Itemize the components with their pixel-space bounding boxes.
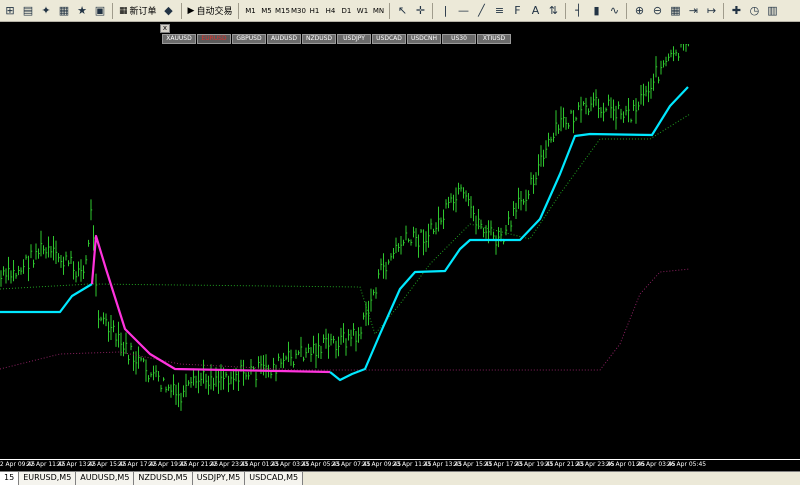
symbol-tab-usdcad[interactable]: USDCAD: [372, 34, 406, 44]
channel-icon[interactable]: ≡: [491, 3, 507, 19]
chart-shift-icon[interactable]: ⇥: [685, 3, 701, 19]
timeframe-m1-button[interactable]: M1: [243, 3, 257, 19]
new-chart-icon[interactable]: ⊞: [2, 3, 18, 19]
timeframe-mn-button[interactable]: MN: [371, 3, 385, 19]
chart-tab-usdjpy[interactable]: USDJPY,M5: [192, 472, 246, 485]
symbol-bar: x XAUUSD EURUSD GBPUSD AUDUSD NZDUSD USD…: [0, 22, 800, 44]
autotrade-label: 自动交易: [196, 7, 233, 17]
autotrade-button[interactable]: ▶ 自动交易: [186, 2, 235, 20]
fibonacci-icon[interactable]: F: [509, 3, 525, 19]
timeframe-m15-button[interactable]: M15: [275, 3, 290, 19]
symbol-tab-audusd[interactable]: AUDUSD: [267, 34, 301, 44]
chart-tab-audusd[interactable]: AUDUSD,M5: [76, 472, 135, 485]
crosshair-icon[interactable]: ✛: [412, 3, 428, 19]
navigator-icon[interactable]: ★: [74, 3, 90, 19]
symbol-tab-us30[interactable]: US30: [442, 34, 476, 44]
zoom-in-icon[interactable]: ⊕: [631, 3, 647, 19]
trend-line-segment: [0, 283, 93, 314]
separator: [723, 2, 725, 19]
trend-line-segment: [90, 234, 331, 374]
line-chart-icon[interactable]: ∿: [606, 3, 622, 19]
chart-tabs: 15 EURUSD,M5 AUDUSD,M5 NZDUSD,M5 USDJPY,…: [0, 471, 800, 485]
separator: [180, 2, 182, 19]
data-window-icon[interactable]: ▦: [56, 3, 72, 19]
new-order-button[interactable]: ▦ 新订单: [117, 2, 159, 20]
chart-tab-nzdusd[interactable]: NZDUSD,M5: [134, 472, 193, 485]
symbol-tab-usdcnh[interactable]: USDCNH: [407, 34, 441, 44]
main-toolbar: ⊞ ▤ ✦ ▦ ★ ▣ ▦ 新订单 ◆ ▶ 自动交易 M1 M5 M15 M30 H…: [0, 0, 800, 22]
tile-windows-icon[interactable]: ▦: [667, 3, 683, 19]
text-icon[interactable]: A: [527, 3, 543, 19]
symbol-tab-eurusd[interactable]: EURUSD: [197, 34, 231, 44]
candlestick-icon[interactable]: ▮: [588, 3, 604, 19]
horizontal-line-icon[interactable]: —: [455, 3, 471, 19]
period-clock-icon[interactable]: ◷: [746, 3, 762, 19]
separator: [238, 2, 240, 19]
price-chart[interactable]: [0, 44, 800, 459]
templates-icon[interactable]: ▥: [764, 3, 780, 19]
time-axis-label: 26 Apr 05:45: [667, 461, 707, 468]
timeframe-w1-button[interactable]: W1: [355, 3, 369, 19]
symbol-tabs: XAUUSD EURUSD GBPUSD AUDUSD NZDUSD USDJP…: [162, 34, 511, 44]
trend-line-segment: [329, 86, 689, 382]
profiles-icon[interactable]: ▤: [20, 3, 36, 19]
terminal-icon[interactable]: ▣: [92, 3, 108, 19]
timeframe-h1-button[interactable]: H1: [307, 3, 321, 19]
symbol-tab-usdjpy[interactable]: USDJPY: [337, 34, 371, 44]
separator: [112, 2, 113, 19]
vertical-line-icon[interactable]: |: [437, 3, 453, 19]
timeframe-m5-button[interactable]: M5: [259, 3, 273, 19]
time-axis: 22 Apr 09:4522 Apr 11:4522 Apr 13:4522 A…: [0, 459, 800, 471]
chart-tab-active[interactable]: 15: [0, 472, 20, 485]
separator: [389, 2, 391, 19]
cursor-icon[interactable]: ↖: [394, 3, 410, 19]
zoom-out-icon[interactable]: ⊖: [649, 3, 665, 19]
separator: [626, 2, 628, 19]
chart-canvas: [0, 44, 691, 411]
symbol-tab-xtiusd[interactable]: XTIUSD: [477, 34, 511, 44]
new-order-icon: ▦: [119, 5, 128, 16]
dotted-upper-line: [0, 113, 691, 336]
symbol-tab-xauusd[interactable]: XAUUSD: [162, 34, 196, 44]
chart-tab-eurusd[interactable]: EURUSD,M5: [19, 472, 77, 485]
arrow-shapes-icon[interactable]: ⇅: [545, 3, 561, 19]
chart-tab-usdcad[interactable]: USDCAD,M5: [245, 472, 304, 485]
market-watch-icon[interactable]: ✦: [38, 3, 54, 19]
trendline-icon[interactable]: ╱: [473, 3, 489, 19]
timeframe-d1-button[interactable]: D1: [339, 3, 353, 19]
autotrade-icon: ▶: [187, 5, 195, 16]
timeframe-m30-button[interactable]: M30: [291, 3, 306, 19]
indicators-icon[interactable]: ✚: [728, 3, 744, 19]
new-order-label: 新订单: [129, 7, 157, 17]
symbol-tab-gbpusd[interactable]: GBPUSD: [232, 34, 266, 44]
price-bars: [0, 44, 689, 411]
close-icon[interactable]: x: [160, 24, 170, 33]
timeframe-h4-button[interactable]: H4: [323, 3, 337, 19]
autoscroll-icon[interactable]: ↦: [703, 3, 719, 19]
separator: [432, 2, 434, 19]
bar-chart-icon[interactable]: ┤: [570, 3, 586, 19]
symbol-tab-nzdusd[interactable]: NZDUSD: [302, 34, 336, 44]
separator: [565, 2, 567, 19]
metaeditor-icon[interactable]: ◆: [161, 3, 177, 19]
